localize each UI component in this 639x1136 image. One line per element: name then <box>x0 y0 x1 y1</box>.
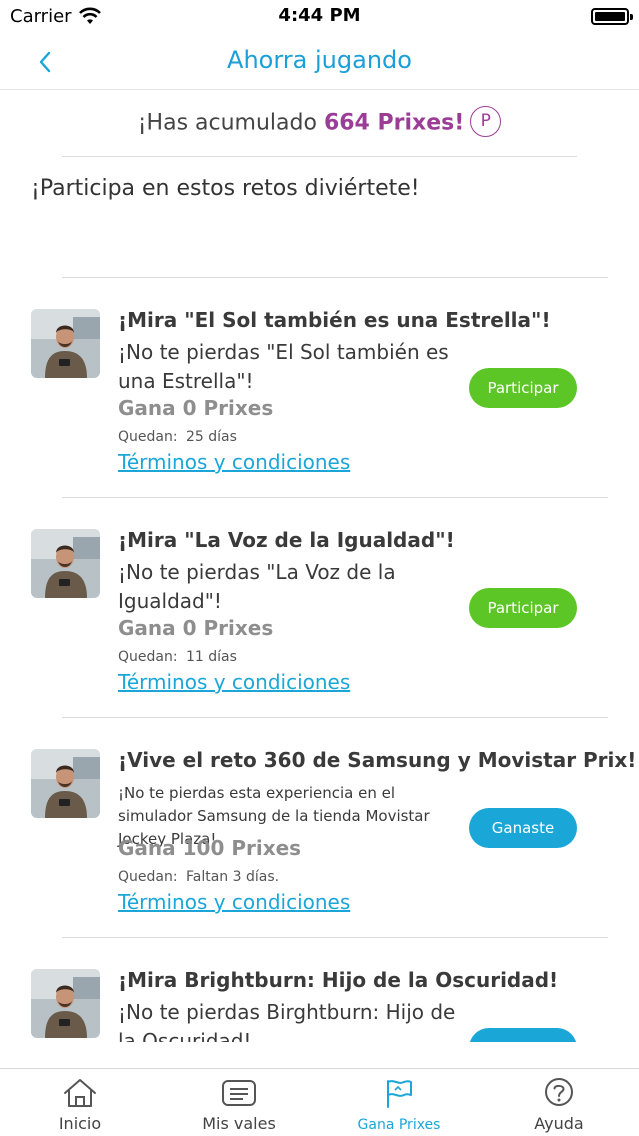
challenge-title: ¡Mira "La Voz de la Igualdad"! <box>118 528 455 552</box>
challenge-title: ¡Mira Brightburn: Hijo de la Oscuridad! <box>118 968 559 992</box>
remaining-value: 25 días <box>186 429 237 445</box>
terms-link[interactable]: Términos y condiciones <box>118 670 350 694</box>
prixes-summary: ¡Has acumulado 664 Prixes! P <box>0 106 639 148</box>
person-photo-icon <box>31 969 100 1038</box>
tab-label: Inicio <box>58 1114 102 1133</box>
challenge-description: ¡No te pierdas Birghtburn: Hijo de la Os… <box>118 1000 456 1042</box>
challenge-thumbnail <box>31 749 100 818</box>
divider <box>62 156 577 157</box>
challenge-thumbnail <box>31 529 100 598</box>
prix-coin-icon: P <box>470 106 502 137</box>
remaining-label: Quedan: <box>118 649 178 665</box>
challenge-item: ¡Mira "La Voz de la Igualdad"! ¡No te pi… <box>0 498 639 718</box>
terms-link[interactable]: Términos y condiciones <box>118 450 350 474</box>
voucher-icon <box>222 1080 256 1106</box>
person-photo-icon <box>31 749 100 818</box>
tab-label: Ayuda <box>534 1114 584 1133</box>
home-icon <box>64 1079 96 1107</box>
participate-button[interactable]: Participar <box>469 368 577 408</box>
remaining-value: Faltan 3 días. <box>186 869 280 885</box>
remaining-value: 11 días <box>186 649 237 665</box>
page-title: Ahorra jugando <box>227 46 412 74</box>
tab-gana-prixes[interactable]: Gana Prixes <box>319 1069 479 1136</box>
challenge-description: ¡No te pierdas "El Sol también es una Es… <box>118 340 449 393</box>
challenge-reward: Gana 0 Prixes <box>118 396 274 420</box>
terms-link[interactable]: Términos y condiciones <box>118 890 350 914</box>
help-icon <box>545 1078 573 1106</box>
navigation-bar: Ahorra jugando <box>0 34 639 90</box>
challenge-item: ¡Vive el reto 360 de Samsung y Movistar … <box>0 718 639 938</box>
tab-label: Mis vales <box>202 1114 276 1133</box>
flag-icon <box>387 1080 412 1108</box>
challenge-title: ¡Mira "El Sol también es una Estrella"! <box>118 308 551 332</box>
prixes-amount: 664 Prixes! <box>323 110 465 136</box>
challenge-reward: Gana 0 Prixes <box>118 616 274 640</box>
remaining-label: Quedan: <box>118 429 178 445</box>
summary-prefix: ¡Has acumulado <box>137 110 324 136</box>
challenge-description: ¡No te pierdas "La Voz de la Igualdad"! <box>118 560 396 613</box>
challenge-item: ¡Mira Brightburn: Hijo de la Oscuridad! … <box>0 938 639 1042</box>
challenge-item: ¡Mira "El Sol también es una Estrella"! … <box>0 278 639 498</box>
remaining-label: Quedan: <box>118 869 178 885</box>
challenge-thumbnail <box>31 309 100 378</box>
person-photo-icon <box>31 529 100 598</box>
tab-bar: Inicio Mis vales Gana Prixes Ayuda <box>0 1068 639 1136</box>
tab-mis-vales[interactable]: Mis vales <box>159 1069 319 1136</box>
won-button[interactable]: Ganaste <box>469 808 577 848</box>
section-subtitle: ¡Participa en estos retos diviértete! <box>31 176 420 201</box>
challenge-reward: Gana 100 Prixes <box>118 836 302 860</box>
battery-icon <box>591 8 633 25</box>
challenge-title: ¡Vive el reto 360 de Samsung y Movistar … <box>118 748 637 772</box>
tab-label: Gana Prixes <box>357 1117 441 1133</box>
tab-inicio[interactable]: Inicio <box>0 1069 160 1136</box>
status-bar: Carrier 4:44 PM <box>0 0 639 34</box>
won-button[interactable]: Ganaste <box>469 1028 577 1042</box>
status-time: 4:44 PM <box>278 5 361 26</box>
person-photo-icon <box>31 309 100 378</box>
challenges-list[interactable]: ¡Mira "El Sol también es una Estrella"! … <box>0 278 639 1042</box>
tab-ayuda[interactable]: Ayuda <box>479 1069 639 1136</box>
challenge-thumbnail <box>31 969 100 1038</box>
participate-button[interactable]: Participar <box>469 588 577 628</box>
